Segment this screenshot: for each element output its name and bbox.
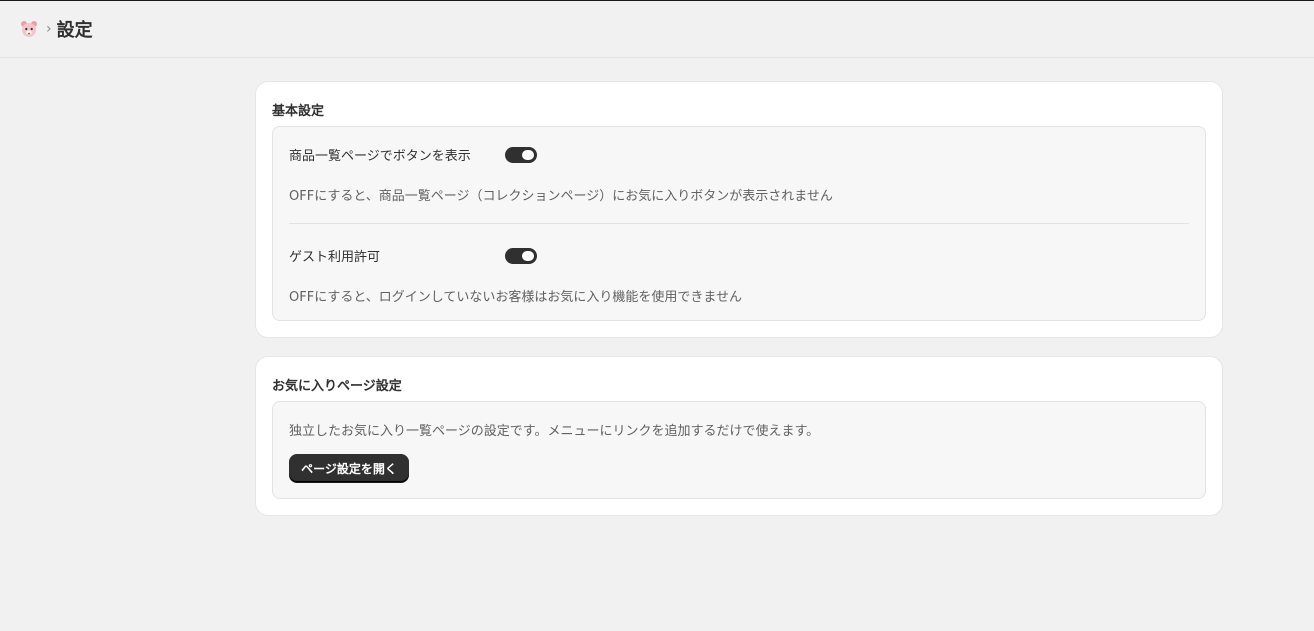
toggle-knob <box>522 251 534 261</box>
basic-settings-card: 基本設定 商品一覧ページでボタンを表示 OFFにすると、商品一覧ページ（コレクシ… <box>256 82 1222 337</box>
favorites-page-panel: 独立したお気に入り一覧ページの設定です。メニューにリンクを追加するだけで使えます… <box>272 401 1206 499</box>
guest-access-label: ゲスト利用許可 <box>289 250 381 265</box>
settings-divider <box>289 223 1189 224</box>
collection-button-toggle[interactable] <box>505 147 537 163</box>
breadcrumb-separator: › <box>46 21 52 37</box>
collection-button-description: OFFにすると、商品一覧ページ（コレクションページ）にお気に入りボタンが表示され… <box>289 189 833 204</box>
favorites-page-title: お気に入りページ設定 <box>272 379 402 394</box>
basic-settings-title: 基本設定 <box>272 104 325 119</box>
guest-access-toggle[interactable] <box>505 248 537 264</box>
basic-settings-panel: 商品一覧ページでボタンを表示 OFFにすると、商品一覧ページ（コレクションページ… <box>272 126 1206 321</box>
page-title: 設定 <box>56 20 93 41</box>
collection-button-label: 商品一覧ページでボタンを表示 <box>289 149 471 164</box>
open-page-settings-button[interactable]: ページ設定を開く <box>289 454 409 482</box>
favorites-page-card: お気に入りページ設定 独立したお気に入り一覧ページの設定です。メニューにリンクを… <box>256 357 1222 515</box>
bear-app-icon[interactable] <box>20 20 38 38</box>
page-header: › 設定 <box>0 1 1314 58</box>
favorites-page-description: 独立したお気に入り一覧ページの設定です。メニューにリンクを追加するだけで使えます… <box>289 424 820 439</box>
toggle-knob <box>522 150 534 160</box>
guest-access-description: OFFにすると、ログインしていないお客様はお気に入り機能を使用できません <box>289 290 743 305</box>
